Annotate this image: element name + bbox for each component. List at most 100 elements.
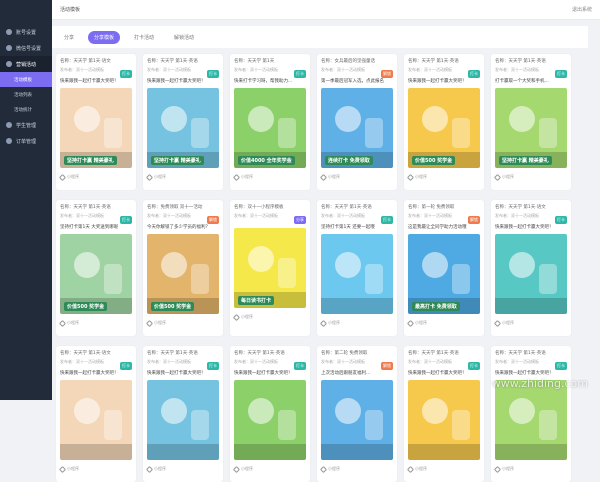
card-thumbnail[interactable]: 坚持打卡赢 精美豪礼 [60, 88, 132, 168]
card-thumbnail[interactable]: 坚持打卡赢 精美豪礼 [147, 88, 219, 168]
sidebar-item-5[interactable]: 活动统计 [0, 102, 52, 117]
sidebar-item-1[interactable]: 微信号设置 [0, 40, 52, 56]
card-footer[interactable]: 小程序 [493, 465, 567, 473]
card-thumbnail[interactable]: 价值500 奖学金 [60, 234, 132, 314]
template-card[interactable]: 名称：天天学 第1天·语文 发布者：双十一活动模板 打卡 快来跟我一起打卡赢大奖吧！ 小… [491, 200, 571, 336]
card-thumbnail[interactable] [321, 234, 393, 314]
card-type-badge: 打卡 [381, 216, 393, 224]
card-thumbnail[interactable] [495, 234, 567, 314]
card-thumbnail[interactable] [408, 380, 480, 460]
tab-2[interactable]: 打卡活动 [128, 31, 160, 44]
tab-0[interactable]: 分享 [58, 31, 80, 44]
template-card[interactable]: 名称：天天学 第1天·英语 发布者：双十一活动模板 打卡 快来跟我一起打卡赢大奖吧！ 小… [491, 346, 571, 482]
card-thumbnail[interactable]: 连续打卡 免费领取 [321, 88, 393, 168]
card-footer[interactable]: 小程序 [145, 173, 219, 181]
card-author: 发布者：双十一活动模板 [321, 359, 365, 364]
card-footer[interactable]: 小程序 [145, 465, 219, 473]
card-thumbnail[interactable] [495, 380, 567, 460]
sidebar-item-0[interactable]: 账号设置 [0, 24, 52, 40]
card-footer[interactable]: 小程序 [58, 173, 132, 181]
card-footer[interactable]: 小程序 [58, 319, 132, 327]
card-footer-label: 小程序 [415, 174, 427, 179]
card-thumbnail[interactable]: 坚持打卡赢 精美豪礼 [495, 88, 567, 168]
sidebar-item-6[interactable]: 学生管理 [0, 117, 52, 133]
template-card[interactable]: 名称：天天学 第1天·英语 发布者：双十一活动模板 打卡 快来跟我一起打卡赢大奖吧！ 小… [404, 346, 484, 482]
card-footer[interactable]: 小程序 [406, 465, 480, 473]
template-card[interactable]: 名称：第一轮 免费领取 发布者：双十一活动模板 解锁 这是我最让全同学助力活动哦 最高打… [404, 200, 484, 336]
card-thumbnail[interactable]: 最高打卡 免费领取 [408, 234, 480, 314]
sidebar-item-3[interactable]: 活动模板 [0, 72, 52, 87]
card-thumbnail[interactable]: 价值4000 全年奖学金 [234, 88, 306, 168]
template-card[interactable]: 名称：双十一小程序模板 发布者：双十一活动模板 分享 每日读书打卡 小程序 [230, 200, 310, 336]
template-card[interactable]: 名称：天天学 第1天·语文 发布者：双十一活动模板 打卡 快来跟我一起打卡赢大奖吧！ 小… [56, 346, 136, 482]
thumbnail-decoration [509, 398, 535, 424]
card-name: 名称：天天学 第1天 [234, 59, 275, 64]
card-name: 名称：第二轮 免费领取 [321, 351, 368, 356]
card-footer[interactable]: 小程序 [493, 173, 567, 181]
template-card[interactable]: 名称：天天学 第1天·英语 发布者：双十一活动模板 打卡 快来跟我一起打卡赢大奖吧！ 小… [230, 346, 310, 482]
card-footer[interactable]: 小程序 [232, 173, 306, 181]
thumbnail-decoration [539, 410, 557, 440]
card-name: 名称：天天学 第1天·语文 [495, 205, 546, 210]
sidebar-item-label: 活动统计 [14, 107, 32, 113]
card-thumbnail[interactable] [60, 380, 132, 460]
template-card[interactable]: 名称：第二轮 免费领取 发布者：双十一活动模板 解锁 上次活动后跟朋友福利... 小程序 [317, 346, 397, 482]
card-footer[interactable]: 小程序 [319, 319, 393, 327]
card-desc: 坚持打卡第1天 还要一起哦 [321, 225, 375, 230]
card-footer[interactable]: 小程序 [406, 319, 480, 327]
card-type-badge: 解锁 [381, 362, 393, 370]
link-icon [145, 319, 154, 327]
card-author: 发布者：双十一活动模板 [60, 67, 104, 72]
card-promo-text: 价值500 奖学金 [412, 156, 456, 165]
sidebar-item-2[interactable]: 营销活动 [0, 56, 52, 72]
tab-3[interactable]: 解锁活动 [168, 31, 200, 44]
card-thumbnail[interactable] [147, 380, 219, 460]
card-footer[interactable]: 小程序 [58, 465, 132, 473]
card-type-badge: 解锁 [207, 216, 219, 224]
card-footer[interactable]: 小程序 [319, 173, 393, 181]
template-card[interactable]: 名称：女兵最后的坚强童话 发布者：双十一活动模板 解锁 第一季最后冠军入选，点此报名连… [317, 54, 397, 190]
template-card[interactable]: 名称：天天学 第1天·英语 发布者：双十一活动模板 打卡 坚持打卡第1天 还要一起哦小… [317, 200, 397, 336]
template-card[interactable]: 名称：天天学 第1天·英语 发布者：双十一活动模板 打卡 打卡赢取一个大奖和手机...… [491, 54, 571, 190]
card-footer[interactable]: 小程序 [319, 465, 393, 473]
card-footer[interactable]: 小程序 [232, 313, 306, 321]
card-footer-label: 小程序 [502, 466, 514, 471]
card-name: 名称：免费领取 双十一活动 [147, 205, 203, 210]
card-name: 名称：天天学 第1天·英语 [321, 205, 372, 210]
card-thumbnail[interactable]: 价值500 奖学金 [147, 234, 219, 314]
template-card[interactable]: 名称：天天学 第1天 发布者：双十一活动模板 打卡 快来打卡学习呀，帮我助力... 价值… [230, 54, 310, 190]
thumbnail-decoration [161, 106, 187, 132]
template-card[interactable]: 名称：天天学 第1天·英语 发布者：双十一活动模板 打卡 快来跟我一起打卡赢大奖吧！ 坚… [143, 54, 223, 190]
card-footer-label: 小程序 [328, 466, 340, 471]
card-footer-label: 小程序 [241, 174, 253, 179]
card-footer[interactable]: 小程序 [493, 319, 567, 327]
card-footer[interactable]: 小程序 [406, 173, 480, 181]
template-card[interactable]: 名称：天天学 第1天·英语 发布者：双十一活动模板 打卡 快来跟我一起打卡赢大奖吧！ 价… [404, 54, 484, 190]
sidebar-item-7[interactable]: 订单管理 [0, 133, 52, 149]
card-thumbnail[interactable]: 价值500 奖学金 [408, 88, 480, 168]
card-desc: 打卡赢取一个大奖和手机... [495, 79, 549, 84]
card-name: 名称：天天学 第1天·英语 [147, 59, 198, 64]
template-card[interactable]: 名称：天天学 第1天·英语 发布者：双十一活动模板 打卡 快来跟我一起打卡赢大奖吧！ 小… [143, 346, 223, 482]
link-icon [493, 465, 502, 473]
card-type-badge: 打卡 [468, 362, 480, 370]
template-card[interactable]: 名称：天天学 第1天·英语 发布者：双十一活动模板 打卡 坚持打卡第1天 大奖送到哪呢… [56, 200, 136, 336]
card-thumbnail[interactable]: 每日读书打卡 [234, 228, 306, 308]
link-icon [232, 313, 241, 321]
thumbnail-band [321, 298, 393, 314]
link-icon [493, 319, 502, 327]
card-footer-label: 小程序 [154, 174, 166, 179]
card-footer[interactable]: 小程序 [232, 465, 306, 473]
card-thumbnail[interactable] [321, 380, 393, 460]
sidebar-item-4[interactable]: 活动列表 [0, 87, 52, 102]
card-thumbnail[interactable] [234, 380, 306, 460]
tab-1[interactable]: 分享模板 [88, 30, 121, 44]
logout-link[interactable]: 退出系统 [572, 6, 592, 13]
template-card[interactable]: 名称：免费领取 双十一活动 发布者：双十一活动模板 解锁 今天你解锁了多少学员的福利？… [143, 200, 223, 336]
card-author: 发布者：双十一活动模板 [495, 213, 539, 218]
template-card[interactable]: 名称：天天学 第1天·语文 发布者：双十一活动模板 打卡 快来跟我一起打卡赢大奖吧！ 坚… [56, 54, 136, 190]
thumbnail-decoration [278, 258, 296, 288]
thumbnail-decoration [74, 106, 100, 132]
card-footer[interactable]: 小程序 [145, 319, 219, 327]
card-name: 名称：天天学 第1天·英语 [60, 205, 111, 210]
